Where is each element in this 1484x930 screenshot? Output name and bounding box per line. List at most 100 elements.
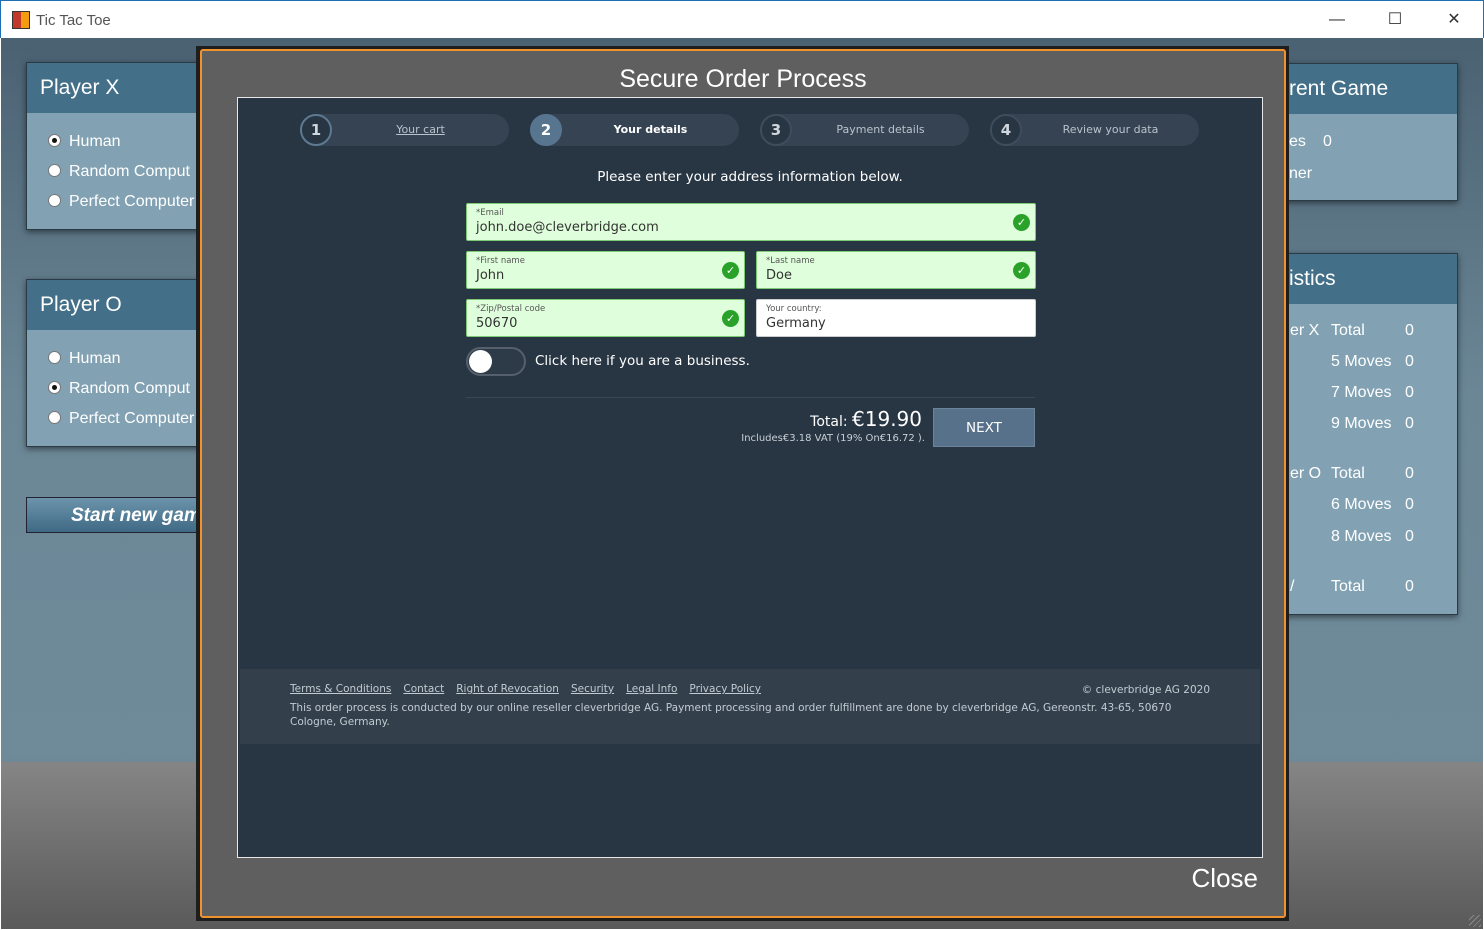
next-button[interactable]: NEXT: [933, 408, 1035, 447]
radio-icon: [48, 194, 61, 207]
field-label: *First name: [476, 256, 525, 266]
field-value: Doe: [766, 268, 792, 283]
field-label: *Last name: [766, 256, 815, 266]
vat-note: Includes€3.18 VAT (19% On€16.72 ).: [741, 433, 925, 444]
window-title: Tic Tac Toe: [36, 12, 111, 29]
maximize-button[interactable]: ☐: [1380, 7, 1410, 33]
toggle-knob: [469, 350, 492, 373]
security-link[interactable]: Security: [571, 683, 614, 695]
option-label: Human: [69, 133, 121, 150]
step-number: 4: [990, 114, 1022, 146]
stat-label: 5 Moves: [1331, 353, 1392, 370]
step-number: 2: [530, 114, 562, 146]
stat-label: Total: [1331, 322, 1365, 339]
radio-random[interactable]: Random Comput: [48, 380, 190, 398]
stat-value: 0: [1405, 353, 1414, 370]
minimize-button[interactable]: —: [1322, 7, 1352, 33]
step-number: 3: [760, 114, 792, 146]
divider: [466, 397, 1035, 398]
step-payment-details: 3 Payment details: [760, 114, 969, 146]
field-label: Your country:: [766, 304, 822, 314]
order-total: Total: €19.90: [810, 407, 922, 431]
total-amount: €19.90: [852, 407, 922, 431]
radio-icon: [48, 164, 61, 177]
step-your-details: 2 Your details: [530, 114, 739, 146]
stat-value: 0: [1323, 133, 1332, 150]
legal-info-link[interactable]: Legal Info: [626, 683, 677, 695]
step-label[interactable]: Your cart: [332, 123, 509, 136]
stat-label: ner: [1289, 165, 1313, 182]
stat-value: 0: [1405, 578, 1414, 595]
last-name-field[interactable]: *Last name Doe ✓: [756, 251, 1036, 289]
stat-label: es: [1289, 133, 1306, 150]
copyright: © cleverbridge AG 2020: [1081, 684, 1210, 696]
radio-perfect[interactable]: Perfect Computer: [48, 410, 194, 428]
close-button[interactable]: Close: [1192, 863, 1258, 894]
step-label: Payment details: [836, 123, 925, 136]
order-form: 1 Your cart 2 Your details 3 Payment detail…: [237, 97, 1263, 858]
country-select[interactable]: Your country: Germany: [756, 299, 1036, 337]
field-label: *Email: [476, 208, 504, 218]
stat-value: 0: [1405, 322, 1414, 339]
check-icon: ✓: [722, 310, 739, 327]
terms-link[interactable]: Terms & Conditions: [290, 683, 391, 695]
reseller-note: This order process is conducted by our o…: [290, 702, 1172, 728]
radio-perfect[interactable]: Perfect Computer: [48, 193, 194, 211]
panel-title: rent Game: [1262, 64, 1457, 114]
stat-value: 0: [1405, 384, 1414, 401]
stat-value: 0: [1405, 415, 1414, 432]
step-label: Review your data: [1062, 123, 1159, 136]
email-field[interactable]: *Email john.doe@cleverbridge.com ✓: [466, 203, 1036, 241]
business-toggle[interactable]: [466, 347, 526, 376]
radio-random[interactable]: Random Comput: [48, 163, 190, 181]
field-value: 50670: [476, 316, 518, 331]
field-value: John: [476, 268, 505, 283]
stat-player: er X: [1290, 322, 1320, 339]
current-game-panel: rent Game es 0 ner: [1261, 63, 1458, 201]
privacy-policy-link[interactable]: Privacy Policy: [689, 683, 761, 695]
field-label: *Zip/Postal code: [476, 304, 546, 314]
app-icon: [12, 11, 30, 29]
panel-title: istics: [1262, 254, 1457, 304]
option-label: Human: [69, 350, 121, 367]
footer: Terms & Conditions Contact Right of Revoca…: [240, 669, 1260, 744]
stat-label: 7 Moves: [1331, 384, 1392, 401]
field-value: john.doe@cleverbridge.com: [476, 220, 659, 235]
option-label: Perfect Computer: [69, 410, 195, 427]
stat-label: Total: [1331, 465, 1365, 482]
step-label: Your details: [613, 123, 688, 136]
footer-links: Terms & Conditions Contact Right of Revoca…: [290, 683, 1210, 695]
start-new-game-button[interactable]: Start new gam: [26, 497, 206, 533]
stat-value: 0: [1405, 465, 1414, 482]
title-bar: Tic Tac Toe — ☐ ✕: [0, 0, 1484, 38]
radio-human[interactable]: Human: [48, 133, 121, 151]
radio-icon: [48, 134, 61, 147]
statistics-panel: istics er X Total 0 5 Moves 0 7 Moves 0 9 Moves…: [1261, 253, 1458, 615]
total-label: Total:: [810, 414, 848, 430]
step-number: 1: [300, 114, 332, 146]
radio-human[interactable]: Human: [48, 350, 121, 368]
revocation-link[interactable]: Right of Revocation: [456, 683, 559, 695]
stat-label: 9 Moves: [1331, 415, 1392, 432]
close-window-button[interactable]: ✕: [1439, 7, 1469, 33]
stat-value: 0: [1405, 528, 1414, 545]
zip-field[interactable]: *Zip/Postal code 50670 ✓: [466, 299, 745, 337]
stat-value: 0: [1405, 496, 1414, 513]
dialog-title: Secure Order Process: [619, 65, 867, 93]
stat-label: 8 Moves: [1331, 528, 1392, 545]
check-icon: ✓: [1013, 262, 1030, 279]
option-label: Random Comput: [69, 380, 190, 397]
first-name-field[interactable]: *First name John ✓: [466, 251, 745, 289]
resize-grip[interactable]: [1469, 915, 1481, 927]
order-dialog: Secure Order Process 1 Your cart 2 Your de…: [200, 49, 1286, 918]
radio-icon: [48, 351, 61, 364]
stat-player: /: [1290, 578, 1295, 595]
radio-icon: [48, 411, 61, 424]
stat-label: Total: [1331, 578, 1365, 595]
option-label: Random Comput: [69, 163, 190, 180]
step-your-cart[interactable]: 1 Your cart: [300, 114, 509, 146]
check-icon: ✓: [722, 262, 739, 279]
stat-player: er O: [1290, 465, 1322, 482]
contact-link[interactable]: Contact: [403, 683, 444, 695]
business-toggle-label[interactable]: Click here if you are a business.: [535, 353, 750, 369]
